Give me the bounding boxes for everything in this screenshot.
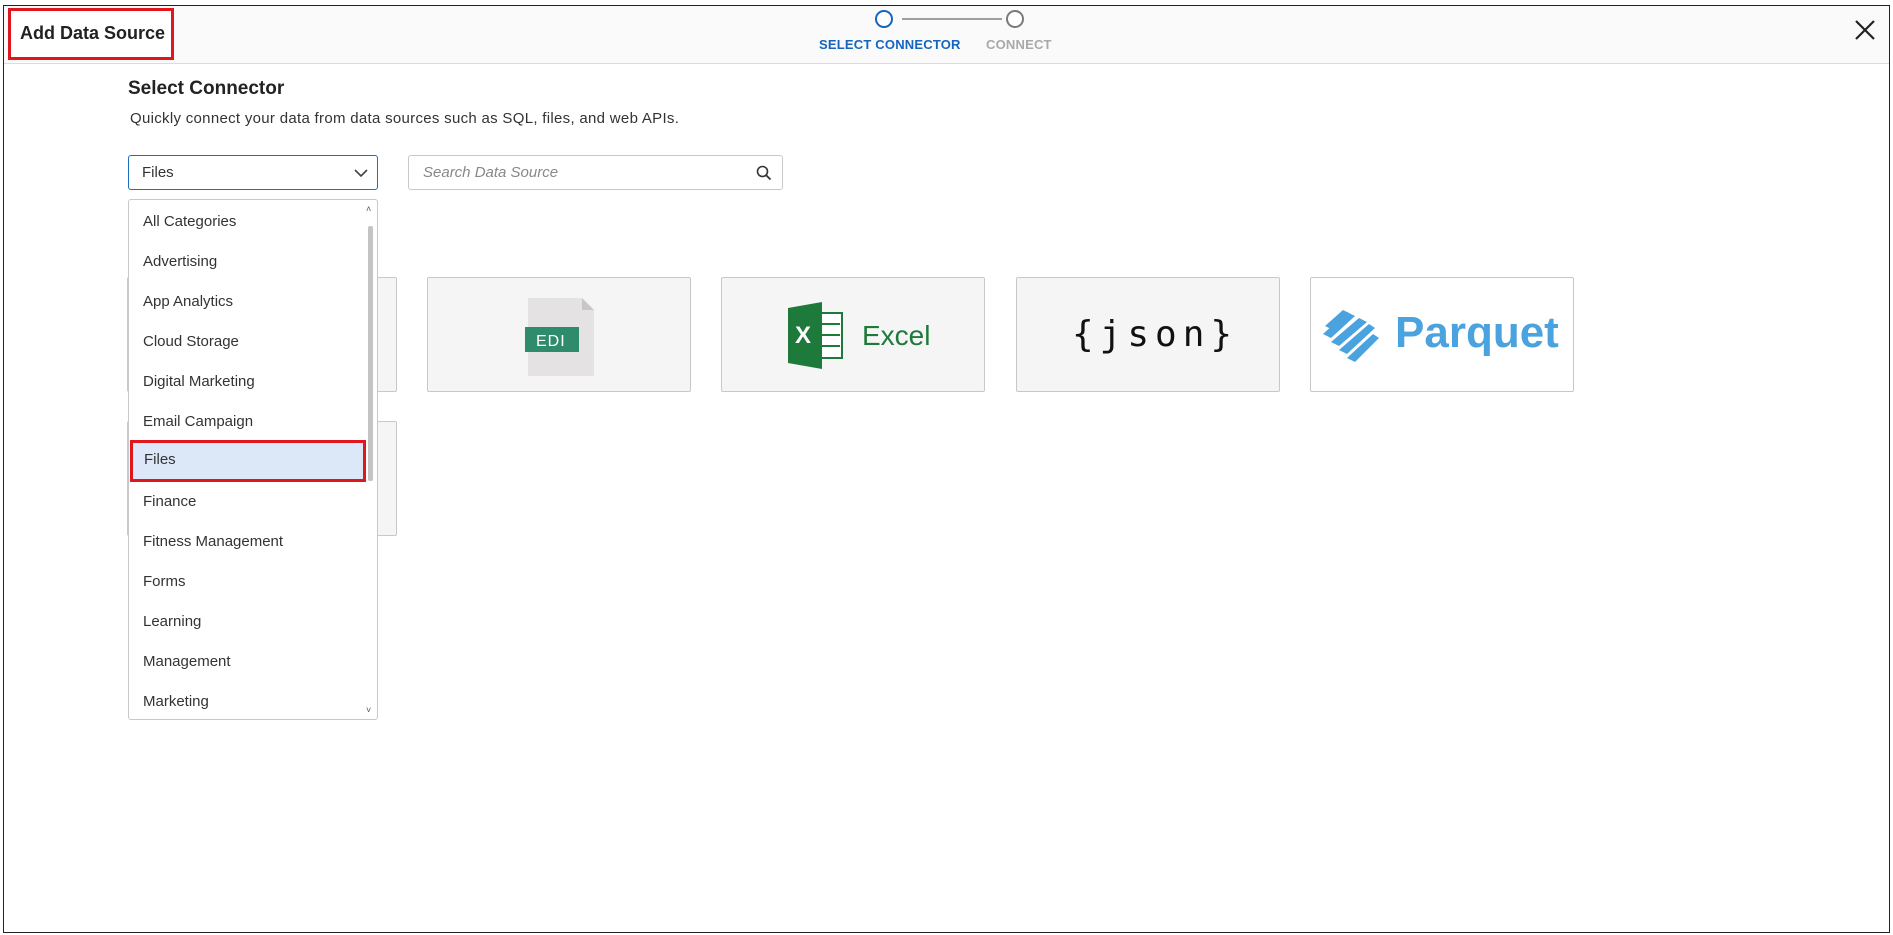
stepper: SELECT CONNECTOR CONNECT [814,6,1074,62]
chevron-down-icon [354,169,368,178]
dropdown-scrollbar[interactable]: ˄ ˅ [365,200,375,719]
search-input[interactable] [409,156,739,189]
step-connect-label: CONNECT [986,37,1052,52]
dropdown-item-all-categories[interactable]: All Categories [129,202,365,242]
dialog-header: Add Data Source SELECT CONNECTOR CONNECT [4,6,1889,64]
section-subtitle: Quickly connect your data from data sour… [130,110,680,127]
dropdown-item-finance[interactable]: Finance [129,482,365,522]
category-select-value: Files [142,164,174,181]
scroll-down-icon[interactable]: ˅ [366,705,371,715]
scroll-thumb[interactable] [368,226,373,481]
dropdown-item-advertising[interactable]: Advertising [129,242,365,282]
category-select[interactable]: Files [128,155,378,190]
dropdown-item-forms[interactable]: Forms [129,562,365,602]
connector-card-edi[interactable]: EDI [427,277,691,392]
connector-label-excel: Excel [862,320,931,351]
scroll-up-icon[interactable]: ˄ [366,204,371,214]
step-connect-indicator [1006,10,1024,28]
connector-card-json[interactable]: {json} [1016,277,1280,392]
connector-card-excel[interactable]: X Excel [721,277,985,392]
dropdown-item-marketing[interactable]: Marketing [129,682,365,719]
dropdown-item-app-analytics[interactable]: App Analytics [129,282,365,322]
dropdown-item-learning[interactable]: Learning [129,602,365,642]
connector-label-json: {json} [1072,314,1239,355]
step-select-connector-label[interactable]: SELECT CONNECTOR [819,37,961,52]
step-connector-line [902,18,1002,20]
search-box [408,155,783,190]
category-dropdown-list[interactable]: All Categories Advertising App Analytics… [128,199,378,720]
close-icon[interactable] [1851,16,1879,44]
search-icon[interactable] [756,165,772,181]
dropdown-item-digital-marketing[interactable]: Digital Marketing [129,362,365,402]
title-highlight: Add Data Source [8,8,174,60]
section-title: Select Connector [128,78,285,99]
connector-label-edi: EDI [536,333,566,350]
connector-card-parquet[interactable]: Parquet [1310,277,1574,392]
dialog-title: Add Data Source [20,23,166,43]
dropdown-item-management[interactable]: Management [129,642,365,682]
dropdown-item-fitness-management[interactable]: Fitness Management [129,522,365,562]
connector-label-parquet: Parquet [1395,308,1559,357]
step-select-connector-indicator [875,10,893,28]
excel-logo-icon [788,302,843,369]
dropdown-item-email-campaign[interactable]: Email Campaign [129,402,365,442]
excel-badge: X [795,322,812,349]
dropdown-item-cloud-storage[interactable]: Cloud Storage [129,322,365,362]
dropdown-item-files[interactable]: Files [130,440,366,482]
